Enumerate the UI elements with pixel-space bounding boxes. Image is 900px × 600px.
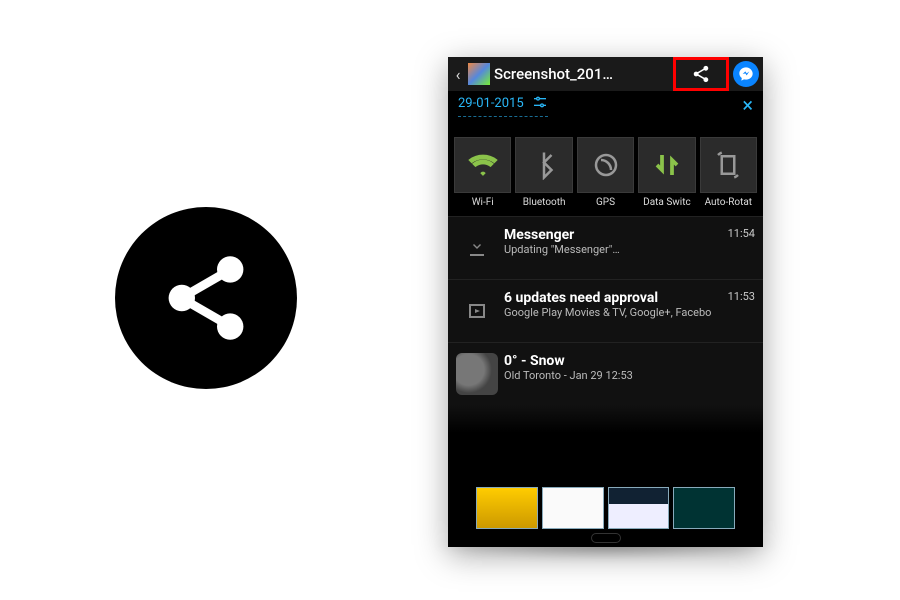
qs-tile-wifi[interactable] <box>454 137 511 193</box>
recent-app-thumbnail[interactable] <box>608 487 670 529</box>
recent-app-thumbnail[interactable] <box>542 487 604 529</box>
qs-tile-bluetooth[interactable] <box>515 137 572 193</box>
recent-app-thumbnail[interactable] <box>673 487 735 529</box>
quick-settings-labels: Wi-Fi Bluetooth GPS Data Switc Auto-Rota… <box>448 193 763 216</box>
panel-date[interactable]: 29-01-2015 <box>458 96 524 111</box>
notification-title: 0° - Snow <box>504 353 745 369</box>
home-indicator <box>591 533 621 543</box>
recents-strip[interactable] <box>448 487 763 529</box>
share-button[interactable] <box>673 57 729 91</box>
spacer <box>448 119 763 137</box>
qs-label: GPS <box>577 197 634 208</box>
app-bar: ‹ Screenshot_201… <box>448 57 763 91</box>
bluetooth-icon <box>529 150 559 180</box>
qs-label: Data Switc <box>638 197 695 208</box>
weather-snow-icon <box>456 353 498 395</box>
quick-settings-row <box>448 137 763 193</box>
data-arrows-icon <box>652 150 682 180</box>
messenger-chathead-icon[interactable] <box>733 61 759 87</box>
qs-label: Auto-Rotat <box>700 197 757 208</box>
auto-rotate-icon <box>713 150 743 180</box>
notification-row[interactable]: 6 updates need approval Google Play Movi… <box>448 279 763 342</box>
notification-time: 11:54 <box>724 227 755 240</box>
notification-title: Messenger <box>504 227 718 243</box>
share-icon <box>115 207 297 389</box>
settings-sliders-icon[interactable] <box>532 94 548 114</box>
image-thumbnail[interactable] <box>468 63 490 85</box>
gps-icon <box>591 150 621 180</box>
qs-tile-data[interactable] <box>638 137 695 193</box>
notification-subtitle: Old Toronto - Jan 29 12:53 <box>504 369 745 382</box>
android-screenshot: ‹ Screenshot_201… 29-01-2015 <box>448 57 763 547</box>
fade-area <box>448 405 763 433</box>
notification-panel-header: 29-01-2015 × <box>448 91 763 119</box>
notification-time: 11:53 <box>724 290 755 303</box>
wifi-icon <box>468 150 498 180</box>
qs-label: Bluetooth <box>515 197 572 208</box>
back-chevron-icon[interactable]: ‹ <box>452 65 464 84</box>
share-icon <box>690 63 712 85</box>
notification-subtitle: Updating "Messenger"… <box>504 243 718 256</box>
qs-label: Wi-Fi <box>454 197 511 208</box>
recent-app-thumbnail[interactable] <box>476 487 538 529</box>
qs-tile-gps[interactable] <box>577 137 634 193</box>
notification-subtitle: Google Play Movies & TV, Google+, Facebo <box>504 306 718 319</box>
close-panel-icon[interactable]: × <box>742 93 753 117</box>
download-icon <box>456 227 498 269</box>
play-store-icon <box>456 290 498 332</box>
notification-row[interactable]: Messenger Updating "Messenger"… 11:54 <box>448 216 763 279</box>
appbar-title: Screenshot_201… <box>494 65 673 83</box>
qs-tile-rotate[interactable] <box>700 137 757 193</box>
notification-row[interactable]: 0° - Snow Old Toronto - Jan 29 12:53 <box>448 342 763 405</box>
notification-title: 6 updates need approval <box>504 290 718 306</box>
